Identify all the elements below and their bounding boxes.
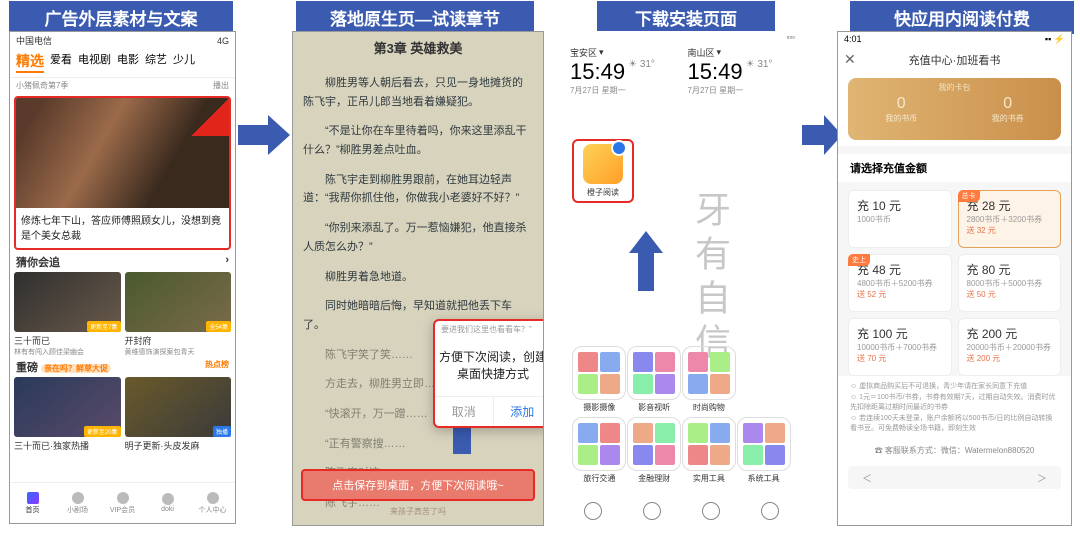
dock-bar <box>564 502 799 520</box>
arrow-right-redbar <box>292 467 293 501</box>
hero-thumb <box>16 98 229 208</box>
phone-icon[interactable] <box>584 502 602 520</box>
phone-ad-material: 中国电信 4G 精选 爱看 电视剧 电影 综艺 少儿 小猪佩奇第7季 播出 修炼… <box>9 31 236 524</box>
header-1: 广告外层素材与文案 <box>9 1 233 34</box>
folder[interactable]: 旅行交通 <box>572 417 627 484</box>
phone-homescreen: ▫▫▫ 宝安区 ▾ 15:49☀ 31° 7月27日 星期一 南山区 ▾ 15:… <box>564 31 799 524</box>
header-3: 下载安装页面 <box>597 1 775 34</box>
row-hot: 更新至20集三十而已·独家热播 独播明子更新·头皮发麻 <box>10 377 235 452</box>
shortcut-dialog: 要进我们这里也看看车？” 方便下次阅读，创建桌面快捷方式 取消 添加 <box>433 319 544 428</box>
chevron-right-icon[interactable]: › <box>225 254 229 270</box>
save-to-desktop-banner[interactable]: 点击保存到桌面，方便下次阅读哦~ <box>301 469 535 501</box>
nav-doki[interactable]: doki <box>145 483 190 523</box>
folder[interactable]: 时尚购物 <box>682 346 737 413</box>
dialog-message: 方便下次阅读，创建桌面快捷方式 <box>435 338 544 396</box>
bottom-nav: 首页 小剧场 VIP会员 doki 个人中心 <box>10 482 235 523</box>
arrow-right-1 <box>238 115 290 155</box>
carrier: 中国电信 <box>16 34 52 47</box>
plan-option[interactable]: 总卡充 28 元2800书币＋3200书券送 32 元 <box>958 190 1062 248</box>
plan-option[interactable]: 充 80 元8000书币＋5000书券送 50 元 <box>958 254 1062 312</box>
pager-next-button[interactable]: ＞ <box>1037 470 1047 485</box>
status-bar: ▫▫▫ <box>564 31 799 44</box>
section-choose-amount: 请选择充值金额 <box>838 146 1071 190</box>
plan-option[interactable]: 充 10 元1000书币 <box>848 190 952 248</box>
pager-prev-button[interactable]: ＜ <box>862 470 872 485</box>
nav-me[interactable]: 个人中心 <box>190 483 235 523</box>
tab-tv[interactable]: 电视剧 <box>78 51 111 73</box>
chevron-down-icon: ▾ <box>599 47 604 58</box>
sec-recommend-title: 猜你会追 <box>16 254 60 270</box>
card-item[interactable]: 更新至7集三十而已林有有闯入顾佳梁幽会 <box>14 272 121 357</box>
card-item[interactable]: 全54集开封府黄维德饰演探案包青天 <box>125 272 232 357</box>
folder-grid: 摄影摄像 影音视听 时尚购物 旅行交通 金融理财 实用工具 系统工具 <box>564 346 799 484</box>
cancel-button[interactable]: 取消 <box>435 397 494 426</box>
add-button[interactable]: 添加 <box>494 397 545 426</box>
category-tabs[interactable]: 精选 爱看 电视剧 电影 综艺 少儿 <box>10 49 235 78</box>
folder[interactable]: 摄影摄像 <box>572 346 627 413</box>
phone-recharge: 4:01 ▪▪ ⚡ ✕ 充值中心·加班看书 我的卡包 0我的书币 0我的书券 请… <box>837 31 1072 526</box>
profile-icon <box>207 492 219 504</box>
clock-1[interactable]: 宝安区 ▾ 15:49☀ 31° 7月27日 星期一 <box>564 44 682 98</box>
signal-icon: ▪▪ ⚡ <box>1045 34 1065 45</box>
arrow-up-app <box>629 231 663 296</box>
tab-variety[interactable]: 综艺 <box>145 51 167 73</box>
message-icon[interactable] <box>643 502 661 520</box>
orange-read-icon <box>583 144 623 184</box>
plan-option[interactable]: 史上充 48 元4800书币＋5200书券送 52 元 <box>848 254 952 312</box>
home-icon <box>27 492 39 504</box>
doki-icon <box>162 493 174 505</box>
tab-featured[interactable]: 精选 <box>16 51 44 73</box>
clock-widgets: 宝安区 ▾ 15:49☀ 31° 7月27日 星期一 南山区 ▾ 15:49☀ … <box>564 44 799 98</box>
status-bar: 中国电信 4G <box>10 32 235 49</box>
tab-love[interactable]: 爱看 <box>50 51 72 73</box>
folder[interactable]: 金融理财 <box>627 417 682 484</box>
arrow-right-2 <box>802 115 842 155</box>
phone-landing-reader: 第3章 英雄救美 柳胜男等人朝后看去，只见一身地摊货的陈飞宇，正吊儿郎当地看着嫌… <box>292 31 544 526</box>
recharge-plans: 充 10 元1000书币 总卡充 28 元2800书币＋3200书券送 32 元… <box>838 190 1071 376</box>
balance-banner: 我的卡包 0我的书币 0我的书券 <box>848 78 1061 140</box>
status-bar: 4:01 ▪▪ ⚡ <box>838 32 1071 47</box>
pager: ＜ ＞ <box>848 466 1061 489</box>
nav-home[interactable]: 首页 <box>10 483 55 523</box>
nav-vip[interactable]: VIP会员 <box>100 483 145 523</box>
tab-movie[interactable]: 电影 <box>117 51 139 73</box>
signal-icon: ▫▫▫ <box>786 33 795 42</box>
theater-icon <box>72 492 84 504</box>
chapter-title: 第3章 英雄救美 <box>293 32 543 63</box>
clock-2[interactable]: 南山区 ▾ 15:49☀ 31° 7月27日 星期一 <box>682 44 800 98</box>
tab-kids[interactable]: 少儿 <box>173 51 195 73</box>
vip-icon <box>117 492 129 504</box>
card-item[interactable]: 更新至20集三十而已·独家热播 <box>14 377 121 452</box>
plan-option[interactable]: 充 100 元10000书币＋7000书券送 70 元 <box>848 318 952 376</box>
browser-icon[interactable] <box>702 502 720 520</box>
folder[interactable]: 实用工具 <box>682 417 737 484</box>
plan-option[interactable]: 充 200 元20000书币＋20000书券送 200 元 <box>958 318 1062 376</box>
header-2: 落地原生页—试读章节 <box>296 1 534 34</box>
recharge-notes: ☺ 虚拟商品购买后不可退换，青少年请在家长同意下充值 ☺ 1元＝100书币/书券… <box>838 376 1071 441</box>
network: 4G <box>217 36 229 46</box>
header-4: 快应用内阅读付费 <box>850 1 1074 34</box>
page-header: ✕ 充值中心·加班看书 <box>838 47 1071 72</box>
chevron-down-icon: ▾ <box>717 47 722 58</box>
hero-card[interactable]: 修炼七年下山，答应师傅照顾女儿，没想到竟是个美女总裁 <box>14 96 231 250</box>
page-title: 充值中心·加班看书 <box>838 52 1071 68</box>
hot-search-more: 播出 <box>213 80 229 91</box>
hero-title: 修炼七年下山，答应师傅照顾女儿，没想到竟是个美女总裁 <box>16 208 229 248</box>
card-item[interactable]: 独播明子更新·头皮发麻 <box>125 377 232 452</box>
customer-service: ☎ 客服联系方式：微信：Watermelon880520 <box>838 441 1071 460</box>
hot-search[interactable]: 小猪佩奇第7季 播出 <box>10 78 235 93</box>
folder[interactable]: 系统工具 <box>736 417 791 484</box>
row-recommend: 更新至7集三十而已林有有闯入顾佳梁幽会 全54集开封府黄维德饰演探案包青天 <box>10 272 235 357</box>
hot-rank-badge[interactable]: 热点榜 <box>205 359 229 375</box>
wallpaper-text: 牙有自信 <box>684 191 736 367</box>
nav-shorts[interactable]: 小剧场 <box>55 483 100 523</box>
clock: 4:01 <box>844 34 862 45</box>
corner-badge-icon <box>191 98 229 136</box>
hot-search-term: 小猪佩奇第7季 <box>16 80 68 91</box>
quickapp-shortcut[interactable]: 橙子阅读 <box>572 139 634 203</box>
folder[interactable]: 影音视听 <box>627 346 682 413</box>
camera-icon[interactable] <box>761 502 779 520</box>
